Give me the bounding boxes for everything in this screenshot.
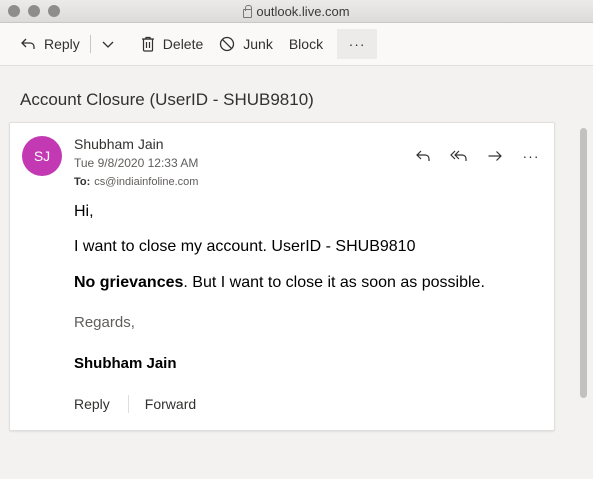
body-line-1: I want to close my account. UserID - SHU… <box>74 238 416 255</box>
message-card: SJ Shubham Jain Tue 9/8/2020 12:33 AM To… <box>9 122 555 431</box>
junk-label: Junk <box>243 36 273 52</box>
zoom-window-button[interactable] <box>48 5 60 17</box>
block-button[interactable]: Block <box>281 29 331 59</box>
avatar[interactable]: SJ <box>22 136 62 176</box>
reply-action-button[interactable] <box>412 145 434 167</box>
reply-options-button[interactable] <box>93 29 133 59</box>
window-controls <box>8 5 60 17</box>
body-signature: Shubham Jain <box>74 355 177 372</box>
reply-all-action-button[interactable] <box>448 145 470 167</box>
to-label: To: <box>74 176 91 188</box>
url-text: outlook.live.com <box>256 3 350 19</box>
footer-divider <box>127 395 129 413</box>
recipient-address[interactable]: cs@indiainfoline.com <box>94 176 198 188</box>
message-subject: Account Closure (UserID - SHUB9810) <box>20 90 314 109</box>
body-line-2-rest: . But I want to close it as soon as poss… <box>183 274 485 291</box>
minimize-window-button[interactable] <box>28 5 40 17</box>
message-footer-actions: Reply Forward <box>74 395 196 413</box>
junk-button[interactable]: Junk <box>211 29 281 59</box>
reply-button[interactable]: Reply <box>12 29 88 59</box>
delete-label: Delete <box>162 36 204 52</box>
command-toolbar: Reply Delete Junk Block ··· <box>0 23 593 66</box>
forward-action-button[interactable] <box>484 145 506 167</box>
footer-reply-button[interactable]: Reply <box>74 396 110 412</box>
recipient-line: To: cs@indiainfoline.com <box>74 176 198 188</box>
reply-icon <box>21 38 35 49</box>
scrollbar-thumb[interactable] <box>580 128 587 398</box>
forward-arrow-icon <box>488 151 502 161</box>
block-circle-icon <box>220 36 235 52</box>
toolbar-divider <box>89 35 91 53</box>
address-bar[interactable]: outlook.live.com <box>243 3 350 19</box>
body-line-2: No grievances. But I want to close it as… <box>74 274 485 292</box>
close-window-button[interactable] <box>8 5 20 17</box>
lock-icon <box>243 4 253 18</box>
more-options-button[interactable]: ··· <box>337 29 378 59</box>
reply-label: Reply <box>44 36 80 52</box>
body-regards: Regards, <box>74 314 135 331</box>
message-more-actions-button[interactable]: ··· <box>520 145 542 167</box>
more-icon: ··· <box>348 36 366 52</box>
more-icon: ··· <box>522 148 540 164</box>
message-date: Tue 9/8/2020 12:33 AM <box>74 156 199 170</box>
reply-all-icon <box>450 150 467 161</box>
message-actions: ··· <box>412 145 542 167</box>
delete-button[interactable]: Delete <box>133 29 211 59</box>
block-label: Block <box>288 36 324 52</box>
chevron-down-icon <box>102 41 114 48</box>
body-line-2-bold: No grievances <box>74 274 184 291</box>
sender-name[interactable]: Shubham Jain <box>74 136 164 152</box>
footer-forward-button[interactable]: Forward <box>145 396 196 412</box>
avatar-initials: SJ <box>33 148 51 164</box>
browser-titlebar: outlook.live.com <box>0 0 593 23</box>
body-greeting: Hi, <box>74 203 94 220</box>
trash-icon <box>141 36 154 52</box>
reply-icon <box>416 150 430 161</box>
